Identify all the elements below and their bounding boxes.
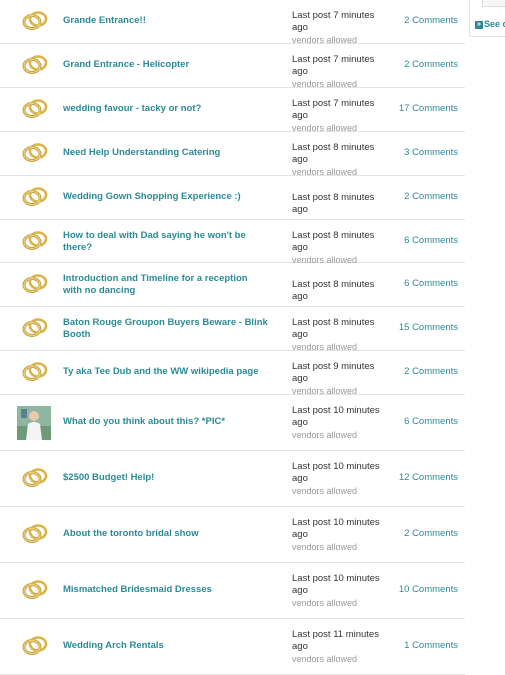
see-more-link[interactable]: »See o	[475, 19, 505, 29]
ring-icon	[20, 184, 50, 210]
ring-icon	[20, 315, 50, 341]
last-post-time: Last post 9 minutes ago	[292, 361, 375, 384]
comments-count-link[interactable]: 12 Comments	[399, 472, 458, 484]
comments-count-link[interactable]: 6 Comments	[404, 416, 458, 428]
comments-count-link[interactable]: 17 Comments	[399, 103, 458, 115]
topic-row[interactable]: wedding favour - tacky or not? Last post …	[0, 88, 465, 134]
vendors-allowed-note: vendors allowed	[292, 598, 358, 608]
topic-title-link[interactable]: Need Help Understanding Catering	[63, 147, 268, 159]
ring-icon	[20, 521, 50, 547]
topic-meta: Last post 10 minutes ago vendors allowed	[292, 517, 392, 553]
topic-title-link[interactable]: Baton Rouge Groupon Buyers Beware - Blin…	[63, 317, 268, 341]
ring-icon	[20, 633, 50, 659]
vendors-allowed-note: vendors allowed	[292, 542, 358, 552]
topic-row[interactable]: Wedding Arch Rentals Last post 11 minutes…	[0, 619, 465, 675]
topic-meta: Last post 8 minutes ago vendors allowed	[292, 317, 392, 353]
topic-row[interactable]: Introduction and Timeline for a receptio…	[0, 263, 465, 307]
topic-title-link[interactable]: Grand Entrance - Helicopter	[63, 59, 268, 71]
last-post-time: Last post 8 minutes ago	[292, 279, 375, 302]
topic-meta: Last post 7 minutes ago vendors allowed	[292, 54, 392, 90]
topic-title-link[interactable]: How to deal with Dad saying he won't be …	[63, 230, 268, 254]
comments-count-link[interactable]: 2 Comments	[404, 15, 458, 27]
last-post-time: Last post 7 minutes ago	[292, 98, 375, 121]
topic-title-link[interactable]: Wedding Arch Rentals	[63, 640, 268, 652]
vendors-allowed-note: vendors allowed	[292, 654, 358, 664]
last-post-time: Last post 10 minutes ago	[292, 405, 380, 428]
topic-meta: Last post 8 minutes ago	[292, 192, 392, 216]
topic-title-link[interactable]: $2500 Budget! Help!	[63, 472, 268, 484]
topic-list: Grande Entrance!! Last post 7 minutes ago…	[0, 0, 465, 675]
ring-icon	[20, 96, 50, 122]
topic-meta: Last post 9 minutes ago vendors allowed	[292, 361, 392, 397]
topic-row[interactable]: What do you think about this? *PIC* Last …	[0, 395, 465, 451]
comments-count-link[interactable]: 2 Comments	[404, 191, 458, 203]
topic-meta: Last post 10 minutes ago vendors allowed	[292, 405, 392, 441]
topic-row[interactable]: How to deal with Dad saying he won't be …	[0, 220, 465, 266]
ring-icon	[20, 359, 50, 385]
topic-row[interactable]: Baton Rouge Groupon Buyers Beware - Blin…	[0, 307, 465, 353]
comments-count-link[interactable]: 6 Comments	[404, 235, 458, 247]
ring-icon	[20, 8, 50, 34]
ring-icon	[20, 228, 50, 254]
topic-meta: Last post 11 minutes ago vendors allowed	[292, 629, 392, 665]
topic-row[interactable]: About the toronto bridal show Last post 1…	[0, 507, 465, 563]
topic-row[interactable]: Mismatched Bridesmaid Dresses Last post 1…	[0, 563, 465, 619]
topic-title-link[interactable]: Grande Entrance!!	[63, 15, 268, 27]
topic-title-link[interactable]: wedding favour - tacky or not?	[63, 103, 268, 115]
ring-icon	[20, 465, 50, 491]
topic-meta: Last post 8 minutes ago vendors allowed	[292, 230, 392, 266]
topic-row[interactable]: Need Help Understanding Catering Last pos…	[0, 132, 465, 178]
vendors-allowed-note: vendors allowed	[292, 486, 358, 496]
topic-row[interactable]: Grande Entrance!! Last post 7 minutes ago…	[0, 0, 465, 46]
topic-row[interactable]: Ty aka Tee Dub and the WW wikipedia page…	[0, 351, 465, 397]
ring-icon	[20, 52, 50, 78]
last-post-time: Last post 7 minutes ago	[292, 10, 375, 33]
ring-icon	[20, 140, 50, 166]
ring-icon	[20, 577, 50, 603]
topic-meta: Last post 7 minutes ago vendors allowed	[292, 98, 392, 134]
topic-meta: Last post 8 minutes ago vendors allowed	[292, 142, 392, 178]
last-post-time: Last post 10 minutes ago	[292, 573, 380, 596]
comments-count-link[interactable]: 2 Comments	[404, 366, 458, 378]
topic-title-link[interactable]: Introduction and Timeline for a receptio…	[63, 273, 268, 297]
vendors-allowed-note: vendors allowed	[292, 430, 358, 440]
ring-icon	[20, 271, 50, 297]
topic-row[interactable]: Wedding Gown Shopping Experience :) Last …	[0, 176, 465, 220]
topic-meta: Last post 10 minutes ago vendors allowed	[292, 461, 392, 497]
comments-count-link[interactable]: 1 Comments	[404, 640, 458, 652]
topic-title-link[interactable]: About the toronto bridal show	[63, 528, 268, 540]
arrow-icon: »	[475, 20, 483, 29]
topic-meta: Last post 10 minutes ago vendors allowed	[292, 573, 392, 609]
last-post-time: Last post 11 minutes ago	[292, 629, 379, 652]
comments-count-link[interactable]: 2 Comments	[404, 528, 458, 540]
topic-row[interactable]: Grand Entrance - Helicopter Last post 7 m…	[0, 44, 465, 90]
topic-row[interactable]: $2500 Budget! Help! Last post 10 minutes …	[0, 451, 465, 507]
comments-count-link[interactable]: 15 Comments	[399, 322, 458, 334]
topic-title-link[interactable]: Wedding Gown Shopping Experience :)	[63, 191, 268, 203]
last-post-time: Last post 8 minutes ago	[292, 142, 375, 165]
sidebar-panel: »See o	[469, 0, 505, 37]
last-post-time: Last post 10 minutes ago	[292, 461, 380, 484]
topic-title-link[interactable]: Ty aka Tee Dub and the WW wikipedia page	[63, 366, 268, 378]
comments-count-link[interactable]: 3 Comments	[404, 147, 458, 159]
comments-count-link[interactable]: 2 Comments	[404, 59, 458, 71]
topic-title-link[interactable]: Mismatched Bridesmaid Dresses	[63, 584, 268, 596]
last-post-time: Last post 7 minutes ago	[292, 54, 375, 77]
last-post-time: Last post 10 minutes ago	[292, 517, 380, 540]
topic-meta: Last post 7 minutes ago vendors allowed	[292, 10, 392, 46]
last-post-time: Last post 8 minutes ago	[292, 230, 375, 253]
user-photo-avatar[interactable]	[17, 406, 51, 440]
sidebar-thumbnail	[482, 0, 505, 7]
comments-count-link[interactable]: 10 Comments	[399, 584, 458, 596]
topic-meta: Last post 8 minutes ago	[292, 279, 392, 303]
comments-count-link[interactable]: 6 Comments	[404, 278, 458, 290]
last-post-time: Last post 8 minutes ago	[292, 317, 375, 340]
last-post-time: Last post 8 minutes ago	[292, 192, 375, 215]
topic-title-link[interactable]: What do you think about this? *PIC*	[63, 416, 268, 428]
